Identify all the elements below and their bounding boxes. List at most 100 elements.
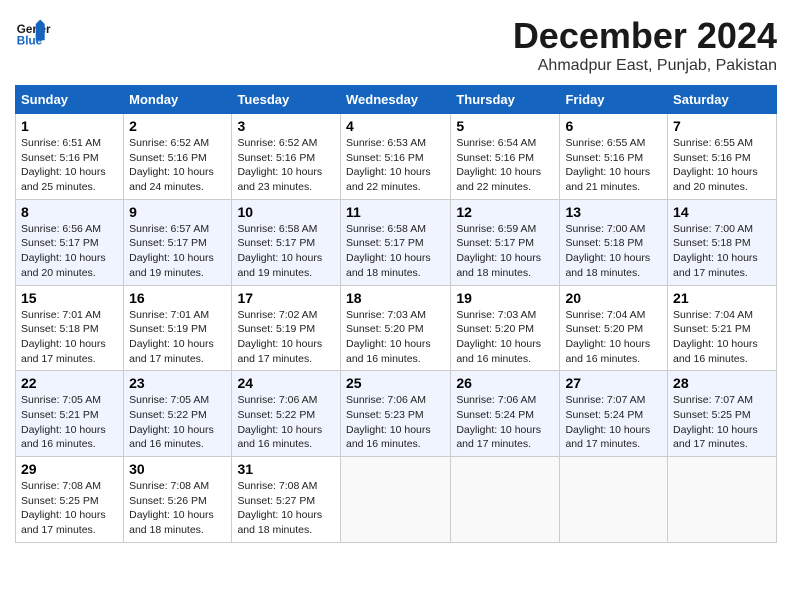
calendar-cell: 13 Sunrise: 7:00 AMSunset: 5:18 PMDaylig… bbox=[560, 199, 668, 285]
day-number: 10 bbox=[237, 204, 335, 220]
weekday-header-friday: Friday bbox=[560, 86, 668, 114]
calendar-cell: 31 Sunrise: 7:08 AMSunset: 5:27 PMDaylig… bbox=[232, 457, 341, 543]
weekday-header-thursday: Thursday bbox=[451, 86, 560, 114]
calendar-cell: 28 Sunrise: 7:07 AMSunset: 5:25 PMDaylig… bbox=[668, 371, 777, 457]
day-number: 12 bbox=[456, 204, 554, 220]
calendar-cell bbox=[451, 457, 560, 543]
day-number: 4 bbox=[346, 118, 445, 134]
day-info: Sunrise: 7:08 AMSunset: 5:26 PMDaylight:… bbox=[129, 480, 214, 536]
day-number: 3 bbox=[237, 118, 335, 134]
day-info: Sunrise: 7:01 AMSunset: 5:18 PMDaylight:… bbox=[21, 309, 106, 365]
day-number: 26 bbox=[456, 375, 554, 391]
calendar-cell: 30 Sunrise: 7:08 AMSunset: 5:26 PMDaylig… bbox=[124, 457, 232, 543]
logo: General Blue bbox=[15, 15, 55, 51]
day-number: 23 bbox=[129, 375, 226, 391]
calendar-cell: 2 Sunrise: 6:52 AMSunset: 5:16 PMDayligh… bbox=[124, 114, 232, 200]
month-title: December 2024 bbox=[513, 15, 777, 57]
day-number: 18 bbox=[346, 290, 445, 306]
week-row-3: 15 Sunrise: 7:01 AMSunset: 5:18 PMDaylig… bbox=[16, 285, 777, 371]
day-info: Sunrise: 6:54 AMSunset: 5:16 PMDaylight:… bbox=[456, 137, 541, 193]
calendar-cell: 25 Sunrise: 7:06 AMSunset: 5:23 PMDaylig… bbox=[340, 371, 450, 457]
day-info: Sunrise: 7:08 AMSunset: 5:25 PMDaylight:… bbox=[21, 480, 106, 536]
calendar-cell: 26 Sunrise: 7:06 AMSunset: 5:24 PMDaylig… bbox=[451, 371, 560, 457]
calendar-cell: 9 Sunrise: 6:57 AMSunset: 5:17 PMDayligh… bbox=[124, 199, 232, 285]
calendar-cell: 22 Sunrise: 7:05 AMSunset: 5:21 PMDaylig… bbox=[16, 371, 124, 457]
day-number: 13 bbox=[565, 204, 662, 220]
day-info: Sunrise: 7:05 AMSunset: 5:22 PMDaylight:… bbox=[129, 394, 214, 450]
day-number: 1 bbox=[21, 118, 118, 134]
day-number: 14 bbox=[673, 204, 771, 220]
day-number: 19 bbox=[456, 290, 554, 306]
calendar-cell bbox=[560, 457, 668, 543]
location-subtitle: Ahmadpur East, Punjab, Pakistan bbox=[513, 57, 777, 75]
day-info: Sunrise: 7:01 AMSunset: 5:19 PMDaylight:… bbox=[129, 309, 214, 365]
weekday-header-wednesday: Wednesday bbox=[340, 86, 450, 114]
day-info: Sunrise: 7:03 AMSunset: 5:20 PMDaylight:… bbox=[346, 309, 431, 365]
day-number: 6 bbox=[565, 118, 662, 134]
day-number: 21 bbox=[673, 290, 771, 306]
day-info: Sunrise: 6:52 AMSunset: 5:16 PMDaylight:… bbox=[237, 137, 322, 193]
day-number: 11 bbox=[346, 204, 445, 220]
day-number: 25 bbox=[346, 375, 445, 391]
day-info: Sunrise: 6:58 AMSunset: 5:17 PMDaylight:… bbox=[346, 223, 431, 279]
calendar-cell bbox=[668, 457, 777, 543]
day-info: Sunrise: 7:08 AMSunset: 5:27 PMDaylight:… bbox=[237, 480, 322, 536]
day-info: Sunrise: 7:07 AMSunset: 5:25 PMDaylight:… bbox=[673, 394, 758, 450]
weekday-header-sunday: Sunday bbox=[16, 86, 124, 114]
day-info: Sunrise: 7:03 AMSunset: 5:20 PMDaylight:… bbox=[456, 309, 541, 365]
header: General Blue December 2024 Ahmadpur East… bbox=[15, 15, 777, 75]
week-row-5: 29 Sunrise: 7:08 AMSunset: 5:25 PMDaylig… bbox=[16, 457, 777, 543]
day-info: Sunrise: 7:04 AMSunset: 5:20 PMDaylight:… bbox=[565, 309, 650, 365]
day-info: Sunrise: 7:02 AMSunset: 5:19 PMDaylight:… bbox=[237, 309, 322, 365]
weekday-header-row: SundayMondayTuesdayWednesdayThursdayFrid… bbox=[16, 86, 777, 114]
week-row-2: 8 Sunrise: 6:56 AMSunset: 5:17 PMDayligh… bbox=[16, 199, 777, 285]
day-number: 28 bbox=[673, 375, 771, 391]
day-number: 16 bbox=[129, 290, 226, 306]
calendar-cell: 18 Sunrise: 7:03 AMSunset: 5:20 PMDaylig… bbox=[340, 285, 450, 371]
logo-icon: General Blue bbox=[15, 15, 51, 51]
week-row-1: 1 Sunrise: 6:51 AMSunset: 5:16 PMDayligh… bbox=[16, 114, 777, 200]
day-number: 29 bbox=[21, 461, 118, 477]
day-info: Sunrise: 7:07 AMSunset: 5:24 PMDaylight:… bbox=[565, 394, 650, 450]
calendar-cell: 29 Sunrise: 7:08 AMSunset: 5:25 PMDaylig… bbox=[16, 457, 124, 543]
day-info: Sunrise: 6:51 AMSunset: 5:16 PMDaylight:… bbox=[21, 137, 106, 193]
calendar-cell: 10 Sunrise: 6:58 AMSunset: 5:17 PMDaylig… bbox=[232, 199, 341, 285]
day-number: 15 bbox=[21, 290, 118, 306]
title-area: December 2024 Ahmadpur East, Punjab, Pak… bbox=[513, 15, 777, 75]
day-info: Sunrise: 6:52 AMSunset: 5:16 PMDaylight:… bbox=[129, 137, 214, 193]
calendar-cell: 27 Sunrise: 7:07 AMSunset: 5:24 PMDaylig… bbox=[560, 371, 668, 457]
day-number: 27 bbox=[565, 375, 662, 391]
day-info: Sunrise: 6:58 AMSunset: 5:17 PMDaylight:… bbox=[237, 223, 322, 279]
day-number: 8 bbox=[21, 204, 118, 220]
weekday-header-monday: Monday bbox=[124, 86, 232, 114]
day-number: 2 bbox=[129, 118, 226, 134]
day-number: 30 bbox=[129, 461, 226, 477]
calendar-cell: 4 Sunrise: 6:53 AMSunset: 5:16 PMDayligh… bbox=[340, 114, 450, 200]
day-info: Sunrise: 7:00 AMSunset: 5:18 PMDaylight:… bbox=[565, 223, 650, 279]
week-row-4: 22 Sunrise: 7:05 AMSunset: 5:21 PMDaylig… bbox=[16, 371, 777, 457]
calendar-table: SundayMondayTuesdayWednesdayThursdayFrid… bbox=[15, 85, 777, 543]
day-info: Sunrise: 7:06 AMSunset: 5:22 PMDaylight:… bbox=[237, 394, 322, 450]
day-info: Sunrise: 7:06 AMSunset: 5:24 PMDaylight:… bbox=[456, 394, 541, 450]
day-info: Sunrise: 6:56 AMSunset: 5:17 PMDaylight:… bbox=[21, 223, 106, 279]
day-number: 9 bbox=[129, 204, 226, 220]
day-info: Sunrise: 6:53 AMSunset: 5:16 PMDaylight:… bbox=[346, 137, 431, 193]
day-number: 20 bbox=[565, 290, 662, 306]
day-info: Sunrise: 7:05 AMSunset: 5:21 PMDaylight:… bbox=[21, 394, 106, 450]
day-info: Sunrise: 6:55 AMSunset: 5:16 PMDaylight:… bbox=[565, 137, 650, 193]
calendar-cell: 3 Sunrise: 6:52 AMSunset: 5:16 PMDayligh… bbox=[232, 114, 341, 200]
calendar-cell: 23 Sunrise: 7:05 AMSunset: 5:22 PMDaylig… bbox=[124, 371, 232, 457]
weekday-header-tuesday: Tuesday bbox=[232, 86, 341, 114]
day-info: Sunrise: 7:04 AMSunset: 5:21 PMDaylight:… bbox=[673, 309, 758, 365]
day-number: 31 bbox=[237, 461, 335, 477]
calendar-cell: 21 Sunrise: 7:04 AMSunset: 5:21 PMDaylig… bbox=[668, 285, 777, 371]
calendar-cell: 7 Sunrise: 6:55 AMSunset: 5:16 PMDayligh… bbox=[668, 114, 777, 200]
calendar-cell: 15 Sunrise: 7:01 AMSunset: 5:18 PMDaylig… bbox=[16, 285, 124, 371]
calendar-cell: 19 Sunrise: 7:03 AMSunset: 5:20 PMDaylig… bbox=[451, 285, 560, 371]
calendar-cell: 11 Sunrise: 6:58 AMSunset: 5:17 PMDaylig… bbox=[340, 199, 450, 285]
calendar-cell: 8 Sunrise: 6:56 AMSunset: 5:17 PMDayligh… bbox=[16, 199, 124, 285]
calendar-cell: 5 Sunrise: 6:54 AMSunset: 5:16 PMDayligh… bbox=[451, 114, 560, 200]
calendar-cell: 14 Sunrise: 7:00 AMSunset: 5:18 PMDaylig… bbox=[668, 199, 777, 285]
calendar-cell: 6 Sunrise: 6:55 AMSunset: 5:16 PMDayligh… bbox=[560, 114, 668, 200]
day-number: 24 bbox=[237, 375, 335, 391]
